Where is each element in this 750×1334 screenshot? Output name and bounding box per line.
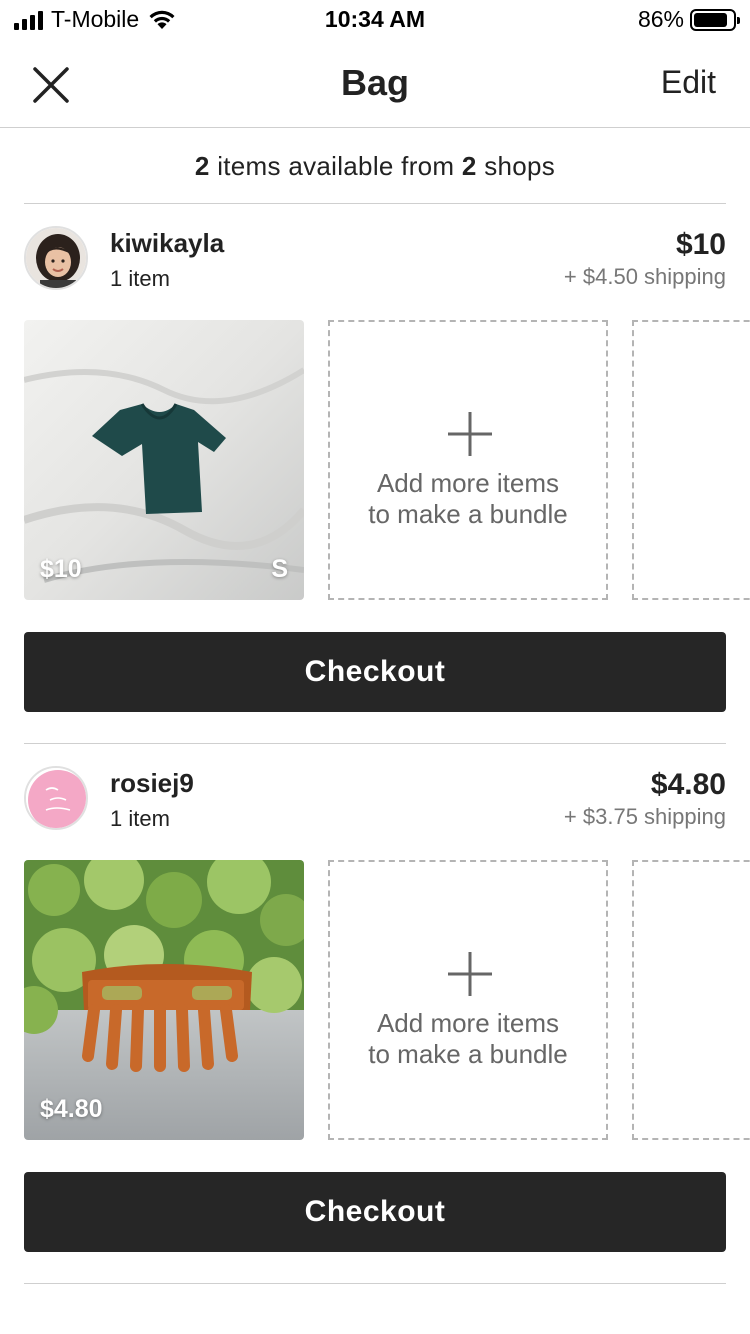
- add-more-text: Add more items to make a bundle: [330, 468, 606, 530]
- shop-total-price: $4.80: [650, 768, 726, 801]
- shop-name[interactable]: kiwikayla: [110, 228, 224, 259]
- add-more-text: Add more items to make a bundle: [330, 1008, 606, 1070]
- item-price: $10: [40, 555, 82, 583]
- carrier-name: T-Mobile: [51, 6, 140, 32]
- add-more-line-1: Add more items: [376, 1008, 560, 1038]
- checkout-button[interactable]: Checkout: [24, 1172, 726, 1252]
- nav-header: Bag Edit: [0, 40, 750, 128]
- divider: [24, 1283, 726, 1284]
- avatar[interactable]: [24, 226, 88, 290]
- close-icon[interactable]: [30, 64, 72, 106]
- add-more-line-2: to make a bundle: [368, 499, 568, 529]
- items-row: $10 S Add more items to make a bundle: [24, 320, 750, 600]
- shop-total-price: $10: [675, 228, 726, 261]
- item-price: $4.80: [40, 1095, 103, 1123]
- battery-fill: [694, 12, 727, 27]
- battery-percentage: 86%: [637, 6, 684, 32]
- status-bar: T-Mobile 10:34 AM 86%: [0, 0, 750, 40]
- bag-summary: 2 items available from 2 shops: [24, 129, 726, 204]
- summary-text-mid: items available from: [217, 151, 455, 181]
- item-size: S: [271, 555, 288, 583]
- add-more-items-tile[interactable]: Add more items to make a bundle: [328, 860, 608, 1140]
- seller-avatar-photo-icon: [26, 228, 86, 288]
- cellular-signal-icon: [14, 10, 43, 30]
- item-thumbnail[interactable]: $4.80: [24, 860, 304, 1140]
- next-item-placeholder: [632, 320, 750, 600]
- status-left: T-Mobile: [14, 6, 177, 33]
- status-right: 86%: [637, 6, 740, 33]
- shop-shipping-cost: + $4.50 shipping: [563, 264, 726, 289]
- shop-header: kiwikayla 1 item $10 + $4.50 shipping: [24, 204, 726, 320]
- plus-icon: [448, 952, 492, 996]
- add-more-items-tile[interactable]: Add more items to make a bundle: [328, 320, 608, 600]
- checkout-button[interactable]: Checkout: [24, 632, 726, 712]
- shop-header: rosiej9 1 item $4.80 + $3.75 shipping: [24, 744, 726, 860]
- plus-icon: [448, 412, 492, 456]
- next-item-placeholder: [632, 860, 750, 1140]
- edit-button[interactable]: Edit: [661, 64, 716, 101]
- add-more-line-2: to make a bundle: [368, 1039, 568, 1069]
- shop-item-count: 1 item: [110, 806, 170, 831]
- item-thumbnail[interactable]: $10 S: [24, 320, 304, 600]
- battery-icon: [690, 8, 740, 31]
- items-row: $4.80 Add more items to make a bundle: [24, 860, 750, 1140]
- shop-item-count: 1 item: [110, 266, 170, 291]
- avatar[interactable]: [24, 766, 88, 830]
- shop-shipping-cost: + $3.75 shipping: [563, 804, 726, 829]
- summary-shop-count: 2: [461, 151, 477, 181]
- summary-item-count: 2: [194, 151, 210, 181]
- summary-text-end: shops: [484, 151, 556, 181]
- add-more-line-1: Add more items: [376, 468, 560, 498]
- seller-logo-icon: [26, 768, 86, 828]
- wifi-icon: [149, 10, 175, 29]
- page-title: Bag: [340, 62, 409, 103]
- shop-name[interactable]: rosiej9: [110, 768, 194, 799]
